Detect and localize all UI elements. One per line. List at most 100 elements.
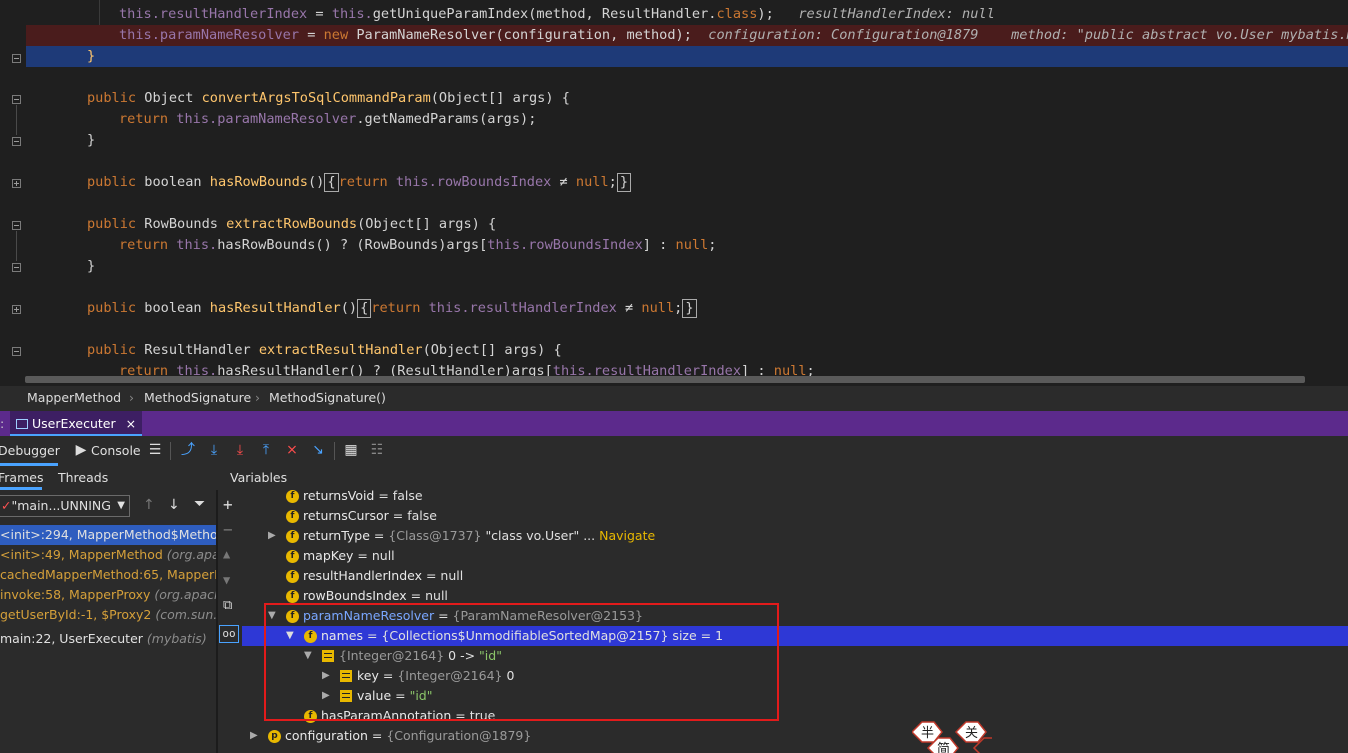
variable-name: returnType [303, 528, 370, 543]
inline-debug-hint: configuration: Configuration@1879 method… [708, 27, 1348, 43]
add-watch-icon[interactable]: + [223, 495, 233, 514]
variable-row[interactable]: f mapKey = null [242, 546, 1348, 566]
frame-package: (mybatis) [146, 631, 207, 646]
chevron-down-icon: ▼ [117, 500, 125, 511]
thread-status-icon: ✓ [1, 498, 12, 513]
tab-label: UserExecuter [32, 416, 116, 431]
fold-plus-icon[interactable] [12, 179, 21, 188]
arrow-up-icon[interactable]: ↑ [143, 497, 155, 513]
variable-type: {Class@1737} [388, 528, 486, 543]
variable-name: mapKey [303, 548, 354, 563]
equals-sign: = [353, 548, 372, 563]
variable-value: null [371, 548, 395, 563]
drop-frame-icon[interactable]: ⨯ [284, 442, 300, 458]
frame-package: (org.apache.ibatis [166, 547, 216, 562]
run-to-cursor-icon[interactable]: ↘ [310, 442, 326, 458]
tab-console[interactable]: Console [91, 436, 141, 466]
variable-row[interactable]: f returnsVoid = false [242, 490, 1348, 506]
fold-guide [16, 231, 17, 261]
expand-arrow-icon[interactable]: ▶ [250, 726, 260, 746]
tool-window-edge: : [0, 416, 5, 431]
field-icon: f [286, 590, 299, 603]
variable-row[interactable]: ▶ p configuration = {Configuration@1879} [242, 726, 1348, 746]
fold-minus-icon[interactable] [12, 54, 21, 63]
watermark-char: 半 [921, 726, 934, 741]
code-token: public [87, 174, 137, 190]
close-icon[interactable]: × [126, 416, 136, 431]
thread-selector[interactable]: ✓"main...UNNING ▼ [0, 495, 130, 517]
step-out-icon[interactable]: ⤒ [258, 442, 274, 458]
navigate-link[interactable]: Navigate [599, 528, 655, 543]
breadcrumb-item[interactable]: MethodSignature [144, 386, 251, 410]
fold-minus-icon[interactable] [12, 347, 21, 356]
frame-item[interactable]: cachedMapperMethod:65, MapperProxy [0, 565, 216, 585]
variables-sidebar: + − ▲ ▼ ⧉ oo [218, 490, 242, 753]
step-over-icon[interactable]: ⤓ [206, 442, 222, 458]
toolbar-divider [170, 442, 171, 460]
evaluate-table-icon[interactable]: ▦ [343, 442, 359, 458]
code-token: null [575, 174, 609, 190]
arrow-down-icon[interactable]: ↓ [168, 497, 180, 513]
filter-icon[interactable]: ⏷ [194, 496, 205, 512]
tab-threads[interactable]: Threads [58, 466, 108, 490]
variable-row[interactable]: f returnsCursor = false [242, 506, 1348, 526]
variable-name: returnsVoid [303, 490, 375, 503]
code-token: rowBoundsIndex [528, 237, 643, 253]
folded-brace[interactable]: { [324, 173, 339, 192]
variable-row[interactable]: f resultHandlerIndex = null [242, 566, 1348, 586]
code-token: paramNameResolver [159, 27, 300, 43]
fold-minus-icon[interactable] [12, 263, 21, 272]
variables-title: Variables [230, 470, 288, 485]
code-token: (Object[] args) { [357, 216, 497, 232]
frame-item[interactable]: <init>:49, MapperMethod (org.apache.ibat… [0, 545, 216, 565]
parameter-icon: p [268, 730, 281, 743]
folded-brace[interactable]: } [682, 299, 697, 318]
code-token: (method, ResultHandler. [528, 6, 717, 22]
move-up-icon[interactable]: ▲ [223, 547, 230, 561]
horizontal-scrollbar[interactable] [25, 376, 1305, 383]
breadcrumb-item[interactable]: MethodSignature() [269, 386, 386, 410]
menu-icon[interactable]: ☰ [147, 442, 163, 458]
frame-item[interactable]: invoke:58, MapperProxy (org.apache.ibati… [0, 585, 216, 605]
frame-package: (org.apache.ibatis [154, 587, 216, 602]
expand-arrow-icon[interactable]: ▶ [268, 526, 278, 546]
code-token: ; [608, 174, 617, 190]
code-token: } [87, 132, 96, 148]
code-token: (Object[] args) { [430, 90, 570, 106]
watermark-char: 关 [965, 726, 978, 741]
code-token: ParamNameResolver(configuration, method)… [348, 27, 692, 43]
folded-brace[interactable]: { [357, 299, 372, 318]
frame-item[interactable]: main:22, UserExecuter (mybatis) [0, 629, 216, 649]
remove-watch-icon[interactable]: − [223, 520, 233, 539]
folded-brace[interactable]: } [616, 173, 632, 192]
fold-minus-icon[interactable] [12, 221, 21, 230]
frame-text: <init>:49, MapperMethod [0, 547, 167, 562]
code-token: this. [119, 27, 160, 43]
tab-debugger[interactable]: Debugger [0, 436, 60, 466]
fold-minus-icon[interactable] [12, 137, 21, 146]
variable-value: null [425, 588, 448, 603]
watches-toggle-icon[interactable]: oo [219, 625, 239, 643]
code-token: this. [168, 111, 218, 127]
layout-icon[interactable]: ☷ [369, 442, 385, 458]
frame-item[interactable]: <init>:294, MapperMethod$MethodSignature [0, 525, 216, 545]
breadcrumb-item[interactable]: MapperMethod [27, 386, 121, 410]
step-into-icon[interactable]: ⤓ [232, 442, 248, 458]
code-token: class [716, 6, 758, 22]
move-down-icon[interactable]: ▼ [223, 573, 230, 587]
variable-row[interactable]: ▶ f returnType = {Class@1737} "class vo.… [242, 526, 1348, 546]
field-icon: f [286, 550, 299, 563]
tab-userexecuter[interactable]: UserExecuter × [10, 411, 143, 436]
code-editor[interactable]: this.resultHandlerIndex = this.getUnique… [0, 0, 1348, 386]
show-execution-point-icon[interactable]: ⤴ [180, 442, 196, 458]
fold-plus-icon[interactable] [12, 305, 21, 314]
equals-sign: = [367, 728, 387, 743]
chevron-right-icon: › [129, 390, 134, 405]
code-token: convertArgsToSqlCommandParam [201, 90, 431, 106]
code-token: this. [331, 6, 373, 22]
code-token: boolean [136, 174, 210, 190]
fold-minus-icon[interactable] [12, 95, 21, 104]
copy-icon[interactable]: ⧉ [223, 598, 232, 613]
inline-debug-hint: resultHandlerIndex: null [798, 6, 995, 22]
frame-item[interactable]: getUserById:-1, $Proxy2 (com.sun.proxy) [0, 605, 216, 625]
